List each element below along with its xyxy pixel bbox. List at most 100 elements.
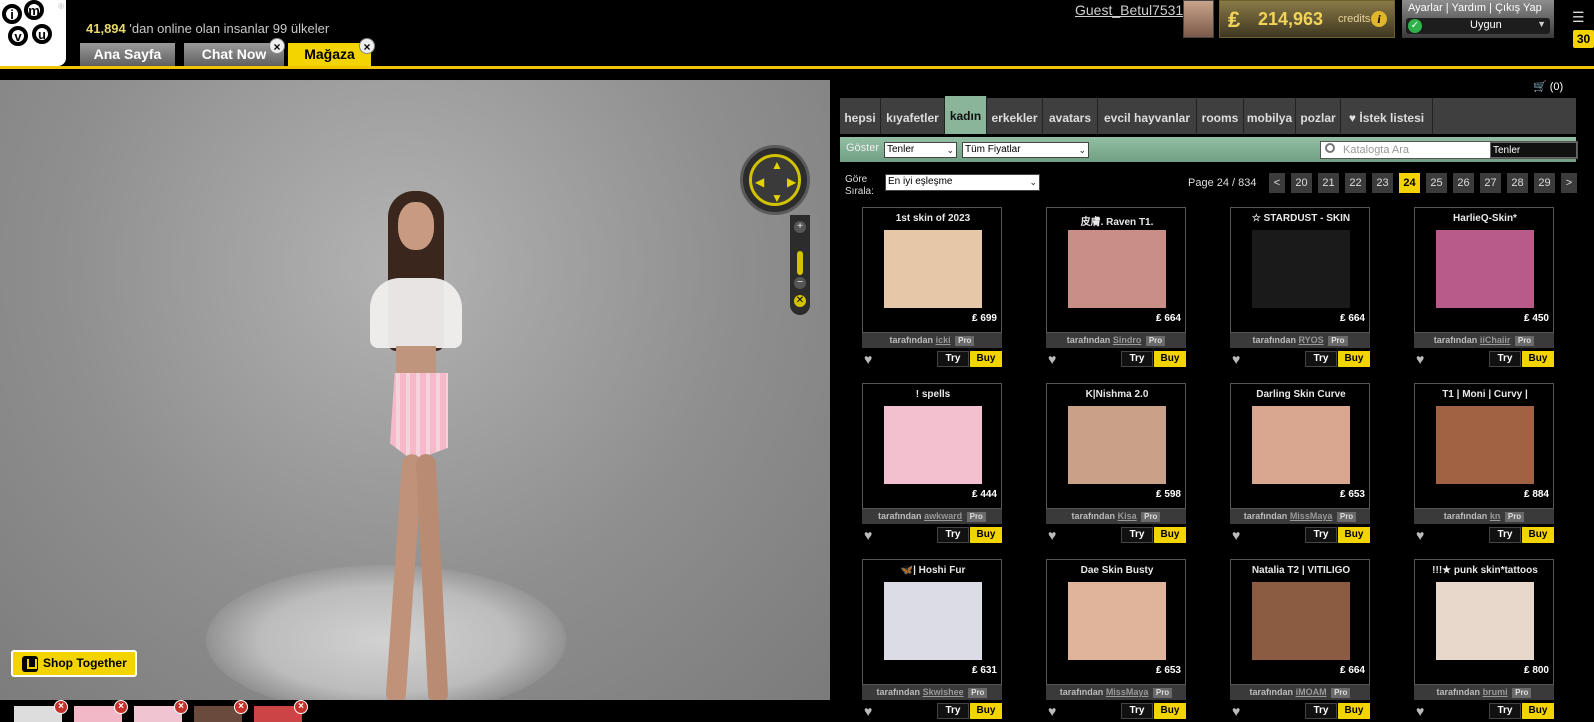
wishlist-heart-icon[interactable]: ♥ bbox=[864, 528, 872, 542]
try-button[interactable]: Try bbox=[937, 351, 969, 367]
product-image[interactable] bbox=[884, 406, 982, 484]
product-image[interactable] bbox=[1252, 582, 1350, 660]
product-box[interactable]: 🦋| Hoshi Fur ₤ 631 bbox=[862, 559, 1002, 685]
tab-avatars[interactable]: avatars bbox=[1043, 98, 1098, 134]
product-image[interactable] bbox=[1436, 406, 1534, 484]
credits-panel[interactable]: ₤ 214,963 credits i bbox=[1219, 0, 1395, 38]
pan-right-icon[interactable]: ▶ bbox=[787, 176, 796, 188]
creator-link[interactable]: icki bbox=[936, 335, 951, 345]
remove-item-icon[interactable]: × bbox=[174, 700, 188, 714]
product-title[interactable]: 🦋| Hoshi Fur bbox=[865, 565, 1001, 576]
buy-button[interactable]: Buy bbox=[1338, 703, 1370, 719]
close-chat-tab-icon[interactable]: × bbox=[269, 38, 285, 54]
product-image[interactable] bbox=[1068, 582, 1166, 660]
buy-button[interactable]: Buy bbox=[1154, 351, 1186, 367]
creator-link[interactable]: Skwishee bbox=[923, 687, 964, 697]
product-title[interactable]: Dae Skin Busty bbox=[1049, 565, 1185, 576]
zoom-out-button[interactable]: − bbox=[794, 277, 806, 289]
creator-link[interactable]: RYOS bbox=[1299, 335, 1324, 345]
page-button[interactable]: 22 bbox=[1345, 173, 1366, 193]
product-box[interactable]: T1 | Moni | Curvy | ₤ 884 bbox=[1414, 383, 1554, 509]
product-card[interactable]: Natalia T2 | VITILIGO ₤ 664 tarafından iMO… bbox=[1230, 559, 1370, 719]
product-box[interactable]: 1st skin of 2023 ₤ 699 bbox=[862, 207, 1002, 333]
logout-link[interactable]: Çıkış Yap bbox=[1495, 2, 1542, 14]
try-button[interactable]: Try bbox=[1305, 703, 1337, 719]
worn-item-thumb[interactable]: × bbox=[194, 700, 248, 722]
wishlist-heart-icon[interactable]: ♥ bbox=[864, 704, 872, 718]
product-image[interactable] bbox=[1252, 406, 1350, 484]
try-button[interactable]: Try bbox=[937, 703, 969, 719]
remove-item-icon[interactable]: × bbox=[234, 700, 248, 714]
remove-item-icon[interactable]: × bbox=[294, 700, 308, 714]
product-image[interactable] bbox=[1068, 230, 1166, 308]
worn-item-thumb[interactable]: × bbox=[134, 700, 188, 722]
product-box[interactable]: ☆ STARDUST - SKIN ₤ 664 bbox=[1230, 207, 1370, 333]
product-image[interactable] bbox=[1252, 230, 1350, 308]
wishlist-heart-icon[interactable]: ♥ bbox=[1416, 528, 1424, 542]
zoom-slider[interactable] bbox=[797, 251, 803, 275]
buy-button[interactable]: Buy bbox=[1522, 703, 1554, 719]
product-title[interactable]: Darling Skin Curve bbox=[1233, 389, 1369, 400]
product-card[interactable]: Dae Skin Busty ₤ 653 tarafından MissMaya P… bbox=[1046, 559, 1186, 719]
try-button[interactable]: Try bbox=[1121, 703, 1153, 719]
tab-poses[interactable]: pozlar bbox=[1296, 98, 1341, 134]
product-title[interactable]: ! spells bbox=[865, 389, 1001, 400]
product-title[interactable]: 1st skin of 2023 bbox=[865, 213, 1001, 224]
reset-view-icon[interactable]: ✕ bbox=[794, 295, 806, 307]
next-page-button[interactable]: > bbox=[1561, 173, 1577, 193]
try-button[interactable]: Try bbox=[1489, 527, 1521, 543]
product-image[interactable] bbox=[1436, 582, 1534, 660]
settings-link[interactable]: Ayarlar bbox=[1408, 2, 1443, 14]
creator-link[interactable]: iiChaiir bbox=[1480, 335, 1511, 345]
page-button[interactable]: 25 bbox=[1426, 173, 1447, 193]
close-shop-tab-icon[interactable]: × bbox=[359, 38, 375, 54]
product-title[interactable]: ☆ STARDUST - SKIN bbox=[1233, 213, 1369, 224]
buy-button[interactable]: Buy bbox=[970, 703, 1002, 719]
zoom-in-button[interactable]: + bbox=[794, 221, 806, 233]
remove-item-icon[interactable]: × bbox=[114, 700, 128, 714]
menu-icon[interactable]: ☰ bbox=[1572, 10, 1585, 24]
product-box[interactable]: Dae Skin Busty ₤ 653 bbox=[1046, 559, 1186, 685]
tab-all[interactable]: hepsi bbox=[840, 98, 881, 134]
try-button[interactable]: Try bbox=[1489, 351, 1521, 367]
cart-button[interactable]: 🛒 (0) bbox=[1533, 80, 1563, 93]
product-card[interactable]: T1 | Moni | Curvy | ₤ 884 tarafından kn Pr… bbox=[1414, 383, 1554, 543]
wishlist-heart-icon[interactable]: ♥ bbox=[1232, 704, 1240, 718]
tab-male[interactable]: erkekler bbox=[987, 98, 1043, 134]
prev-page-button[interactable]: < bbox=[1269, 173, 1285, 193]
wishlist-heart-icon[interactable]: ♥ bbox=[1232, 528, 1240, 542]
product-card[interactable]: !!!★ punk skin*tattoos ₤ 800 tarafından br… bbox=[1414, 559, 1554, 719]
try-button[interactable]: Try bbox=[1489, 703, 1521, 719]
try-button[interactable]: Try bbox=[1121, 527, 1153, 543]
gender-select[interactable]: Tenler ⌄ bbox=[884, 142, 957, 158]
worn-item-thumb[interactable]: × bbox=[74, 700, 128, 722]
page-button[interactable]: 23 bbox=[1372, 173, 1393, 193]
try-button[interactable]: Try bbox=[1305, 351, 1337, 367]
product-title[interactable]: Natalia T2 | VITILIGO bbox=[1233, 565, 1369, 576]
remove-item-icon[interactable]: × bbox=[54, 700, 68, 714]
product-card[interactable]: 1st skin of 2023 ₤ 699 tarafından icki Pro… bbox=[862, 207, 1002, 367]
buy-button[interactable]: Buy bbox=[1338, 527, 1370, 543]
product-title[interactable]: 皮膚. Raven T1. bbox=[1049, 213, 1185, 228]
wishlist-heart-icon[interactable]: ♥ bbox=[864, 352, 872, 366]
product-box[interactable]: Natalia T2 | VITILIGO ₤ 664 bbox=[1230, 559, 1370, 685]
page-button[interactable]: 26 bbox=[1453, 173, 1474, 193]
page-button[interactable]: 27 bbox=[1480, 173, 1501, 193]
shop-together-button[interactable]: Shop Together bbox=[11, 650, 137, 677]
tab-clothing[interactable]: kıyafetler bbox=[881, 98, 945, 134]
product-box[interactable]: ! spells ₤ 444 bbox=[862, 383, 1002, 509]
creator-link[interactable]: MissMaya bbox=[1290, 511, 1333, 521]
tab-rooms[interactable]: rooms bbox=[1197, 98, 1244, 134]
help-link[interactable]: Yardım bbox=[1451, 2, 1486, 14]
product-card[interactable]: Darling Skin Curve ₤ 653 tarafından MissMa… bbox=[1230, 383, 1370, 543]
product-title[interactable]: HarlieQ-Skin* bbox=[1417, 213, 1553, 224]
product-card[interactable]: ! spells ₤ 444 tarafından awkward Pro ♥ Try B… bbox=[862, 383, 1002, 543]
product-card[interactable]: HarlieQ-Skin* ₤ 450 tarafından iiChaiir Pr… bbox=[1414, 207, 1554, 367]
try-button[interactable]: Try bbox=[1305, 527, 1337, 543]
buy-button[interactable]: Buy bbox=[1154, 527, 1186, 543]
imvu-logo[interactable]: i m v u bbox=[0, 0, 66, 66]
pan-left-icon[interactable]: ◀ bbox=[755, 176, 764, 188]
avatar[interactable] bbox=[1183, 0, 1214, 38]
info-icon[interactable]: i bbox=[1371, 11, 1387, 27]
creator-link[interactable]: brumi bbox=[1483, 687, 1508, 697]
